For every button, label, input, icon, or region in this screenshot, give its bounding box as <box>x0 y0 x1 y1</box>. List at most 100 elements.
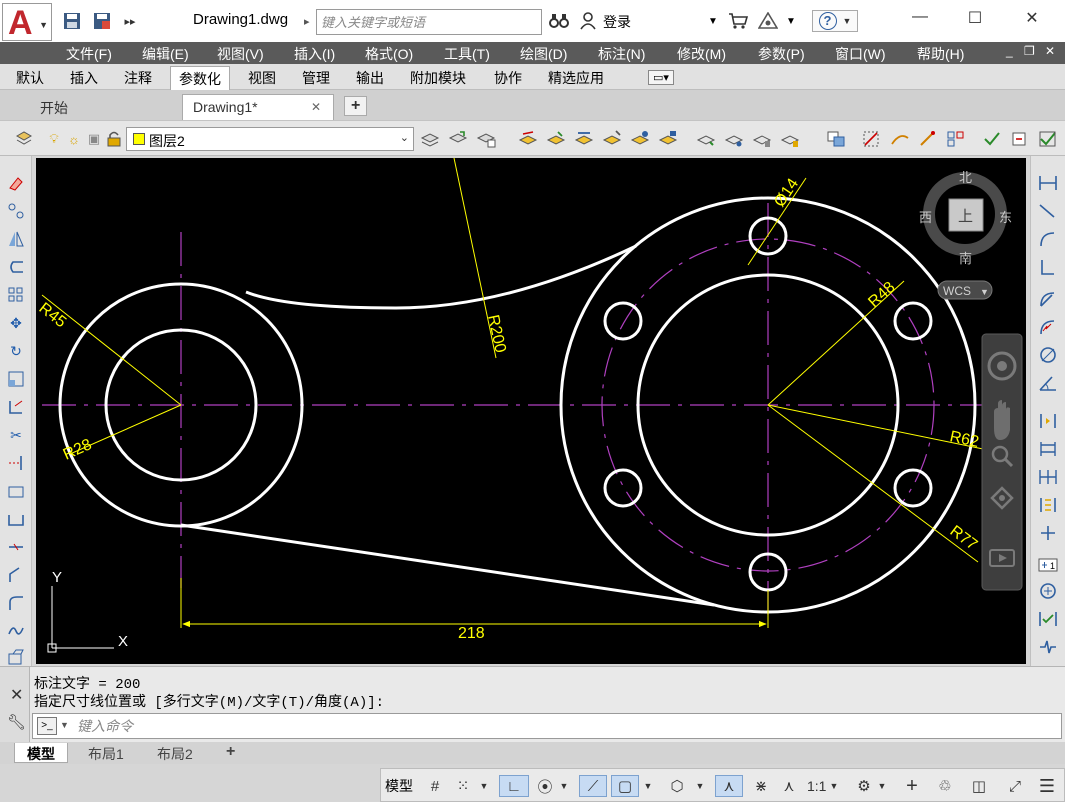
plus-icon[interactable]: + <box>901 775 923 797</box>
clean-screen-icon[interactable]: ⤢ <box>1003 775 1027 797</box>
copy-icon[interactable] <box>4 200 28 222</box>
command-window-grip[interactable]: ✕ 🔧︎ <box>0 667 30 743</box>
ordinate-dimension-icon[interactable] <box>1036 256 1060 278</box>
menu-dimension[interactable]: 标注(N) <box>598 44 645 64</box>
scale-icon[interactable] <box>4 368 28 390</box>
dimension-space-icon[interactable] <box>1036 494 1060 516</box>
annotation-scale-value[interactable]: 1:1 <box>807 775 826 797</box>
lightbulb-icon[interactable]: 💡︎ <box>44 129 64 149</box>
save-icon[interactable] <box>60 10 84 32</box>
linear-dimension-icon[interactable] <box>1036 172 1060 194</box>
new-tab-button[interactable]: + <box>344 96 368 116</box>
layer-tool-8-icon[interactable] <box>724 129 744 149</box>
3d-osnap-dropdown-icon[interactable]: ▼ <box>695 775 705 797</box>
diameter-dimension-icon[interactable] <box>1036 344 1060 366</box>
save-as-icon[interactable] <box>90 10 114 32</box>
arc-length-icon[interactable] <box>1036 228 1060 250</box>
model-space-button[interactable]: 模型 <box>385 775 413 797</box>
minimize-button[interactable]: — <box>900 8 940 32</box>
modify-tool-4-icon[interactable] <box>946 129 966 149</box>
layer-state-icon[interactable] <box>476 129 496 149</box>
layer-tool-7-icon[interactable] <box>696 129 716 149</box>
sun-icon[interactable]: ☼ <box>64 129 84 149</box>
grid-icon[interactable]: # <box>425 775 445 797</box>
menu-insert[interactable]: 插入(I) <box>294 44 335 64</box>
join-icon[interactable] <box>4 508 28 530</box>
menu-view[interactable]: 视图(V) <box>217 44 264 64</box>
drawing-canvas[interactable]: R45 R28 R200 Ø14 R48 R62 R77 218 Y X 上 北… <box>36 158 1026 664</box>
auto-scale-icon[interactable]: ⋇ <box>749 775 773 797</box>
menu-parametric[interactable]: 参数(P) <box>758 44 805 64</box>
a360-icon[interactable] <box>756 10 780 32</box>
layer-dropdown[interactable]: 图层2 ⌄ <box>126 127 414 151</box>
doc-restore-icon[interactable]: ❐ <box>1024 44 1035 58</box>
move-icon[interactable]: ✥ <box>4 312 28 334</box>
help-button[interactable]: ? ▼ <box>812 10 858 32</box>
trim-icon[interactable]: ✂ <box>4 424 28 446</box>
snap-dropdown-icon[interactable]: ▼ <box>479 775 489 797</box>
tab-layout1[interactable]: 布局1 <box>76 743 136 763</box>
layer-tool-4-icon[interactable] <box>602 129 622 149</box>
modify-tool-6-icon[interactable] <box>1010 129 1030 149</box>
tab-drawing1[interactable]: Drawing1* ✕ <box>182 94 334 120</box>
lock-icon[interactable] <box>104 129 124 149</box>
rotate-icon[interactable]: ↻ <box>4 340 28 362</box>
command-prompt-caret-icon[interactable]: ▼ <box>60 720 69 730</box>
continue-dimension-icon[interactable] <box>1036 466 1060 488</box>
draw-order-icon[interactable] <box>826 129 846 149</box>
layer-properties-icon[interactable] <box>14 129 34 149</box>
freeze-viewport-icon[interactable]: ▣ <box>84 129 104 149</box>
quick-dimension-icon[interactable] <box>1036 410 1060 432</box>
quick-access-more-icon[interactable]: ▸▸ <box>118 10 142 32</box>
tab-layout2[interactable]: 布局2 <box>145 743 205 763</box>
close-icon[interactable]: ✕ <box>311 100 321 114</box>
close-button[interactable]: ✕ <box>1012 8 1052 32</box>
tab-annotate[interactable]: 注释 <box>124 68 152 88</box>
tab-insert[interactable]: 插入 <box>70 68 98 88</box>
layer-previous-icon[interactable] <box>448 129 468 149</box>
close-command-icon[interactable]: ✕ <box>10 685 23 705</box>
layer-tool-10-icon[interactable] <box>780 129 800 149</box>
osnap-dropdown-icon[interactable]: ▼ <box>643 775 653 797</box>
explode-icon[interactable] <box>4 646 28 668</box>
layer-tool-3-icon[interactable] <box>574 129 594 149</box>
tab-parametric[interactable]: 参数化 <box>170 66 230 93</box>
command-input[interactable] <box>77 716 977 736</box>
array-icon[interactable] <box>4 284 28 306</box>
menu-file[interactable]: 文件(F) <box>66 44 112 64</box>
offset-icon[interactable] <box>4 256 28 278</box>
modify-tool-5-icon[interactable] <box>982 129 1002 149</box>
login-link[interactable]: 登录 <box>603 12 631 32</box>
search-input[interactable] <box>321 11 531 33</box>
make-current-layer-icon[interactable] <box>420 129 440 149</box>
maximize-button[interactable]: ☐ <box>955 8 995 32</box>
menu-format[interactable]: 格式(O) <box>365 44 413 64</box>
spline-icon[interactable] <box>4 620 28 642</box>
search-field[interactable]: ▸ <box>304 9 542 35</box>
jogged-dimension-icon[interactable] <box>1036 316 1060 338</box>
modify-tool-3-icon[interactable] <box>918 129 938 149</box>
doc-close-icon[interactable]: ✕ <box>1045 44 1055 58</box>
stretch-icon[interactable] <box>4 396 28 418</box>
workspace-dropdown-icon[interactable]: ▼ <box>877 775 887 797</box>
mirror-icon[interactable] <box>4 228 28 250</box>
object-snap-tracking-icon[interactable]: ▢ <box>611 775 639 797</box>
tab-manage[interactable]: 管理 <box>302 68 330 88</box>
tab-output[interactable]: 输出 <box>356 68 384 88</box>
menu-tools[interactable]: 工具(T) <box>444 44 490 64</box>
extend-icon[interactable] <box>4 452 28 474</box>
menu-draw[interactable]: 绘图(D) <box>520 44 567 64</box>
tab-collaborate[interactable]: 协作 <box>494 68 522 88</box>
isolate-objects-icon[interactable]: ♲ <box>933 775 957 797</box>
tab-view[interactable]: 视图 <box>248 68 276 88</box>
baseline-dimension-icon[interactable] <box>1036 438 1060 460</box>
center-mark-icon[interactable] <box>1036 580 1060 602</box>
chamfer-icon[interactable] <box>4 536 28 558</box>
command-prompt-icon[interactable]: >_ <box>37 717 57 735</box>
layer-tool-9-icon[interactable] <box>752 129 772 149</box>
jogged-linear-icon[interactable] <box>1036 636 1060 658</box>
tab-addins[interactable]: 附加模块 <box>410 68 466 88</box>
modify-tool-7-icon[interactable] <box>1038 129 1058 149</box>
annotation-visibility-icon[interactable]: ⋏ <box>715 775 743 797</box>
aligned-dimension-icon[interactable] <box>1036 200 1060 222</box>
